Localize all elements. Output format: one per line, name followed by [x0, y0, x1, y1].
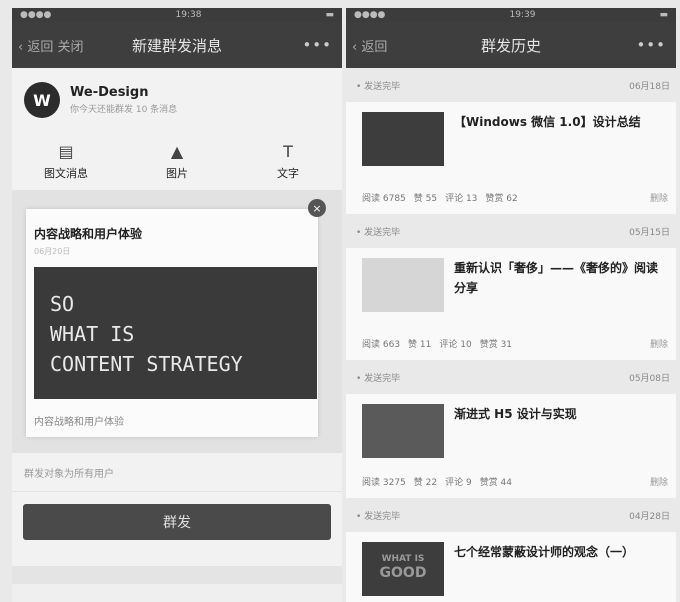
article-thumbnail: WHAT IS GOOD — [362, 542, 444, 596]
text-icon: T — [283, 141, 293, 161]
type-text-button[interactable]: T 文字 — [258, 141, 318, 181]
battery-icon: ▬ — [325, 10, 334, 20]
image-icon: ▲ — [170, 141, 184, 161]
history-article[interactable]: 渐进式 H5 设计与实现 阅读 3275 赞 22 评论 9 赞赏 44 删除 — [346, 394, 676, 498]
nav-bar: ‹ 返回 群发历史 ••• — [346, 22, 676, 68]
article-thumbnail — [362, 404, 444, 458]
back-button[interactable]: ‹ 返回 — [352, 36, 387, 55]
send-status: • 发送完毕 — [356, 511, 401, 522]
type-label: 文字 — [277, 167, 299, 180]
comment-count: 评论 10 — [439, 340, 472, 350]
back-button[interactable]: ‹ 返回 关闭 — [18, 36, 83, 55]
comment-count: 评论 13 — [445, 194, 478, 204]
article-icon: ▤ — [58, 141, 74, 161]
history-header: • 发送完毕 06月18日 — [346, 68, 676, 102]
article-cover: SO WHAT IS CONTENT STRATEGY — [34, 267, 317, 399]
delete-button[interactable]: 删除 — [650, 191, 668, 204]
reward-count: 赞赏 62 — [485, 194, 518, 204]
article-title: 七个经常蒙蔽设计师的观念（一） — [454, 545, 635, 559]
close-icon[interactable]: × — [308, 199, 326, 217]
article-date: 06月20日 — [34, 247, 71, 256]
send-button[interactable]: 群发 — [23, 504, 331, 540]
more-icon[interactable]: ••• — [636, 36, 666, 54]
signal-icon: ●●●● — [354, 10, 386, 20]
history-item: • 发送完毕 05月08日 渐进式 H5 设计与实现 阅读 3275 赞 22 … — [346, 360, 676, 498]
status-time: 19:39 — [509, 10, 536, 20]
history-item: • 发送完毕 06月18日 【Windows 微信 1.0】设计总结 阅读 67… — [346, 68, 676, 214]
thumbnail-line: WHAT IS — [381, 554, 425, 564]
article-title: 【Windows 微信 1.0】设计总结 — [454, 115, 641, 129]
type-article-button[interactable]: ▤ 图文消息 — [36, 141, 96, 181]
type-label: 图文消息 — [44, 167, 88, 180]
article-thumbnail — [362, 112, 444, 166]
signal-icon: ●●●● — [20, 10, 52, 20]
comment-count: 评论 9 — [445, 478, 472, 488]
history-item: • 发送完毕 04月28日 WHAT IS GOOD 七个经常蒙蔽设计师的观念（… — [346, 498, 676, 602]
history-header: • 发送完毕 04月28日 — [346, 498, 676, 532]
like-count: 赞 55 — [413, 194, 438, 204]
history-item: • 发送完毕 05月15日 重新认识「奢侈」——《奢侈的》阅读分享 阅读 663… — [346, 214, 676, 360]
send-status: • 发送完毕 — [356, 227, 401, 238]
history-article[interactable]: 【Windows 微信 1.0】设计总结 阅读 6785 赞 55 评论 13 … — [346, 102, 676, 214]
cover-line: WHAT IS — [50, 322, 135, 346]
footer-strip — [12, 566, 342, 584]
thumbnail-text: WHAT IS GOOD — [362, 542, 444, 580]
audience-selector[interactable]: 群发对象为所有用户 — [12, 453, 342, 492]
article-title: 重新认识「奢侈」——《奢侈的》阅读分享 — [454, 261, 659, 295]
send-area: 群发 — [12, 492, 342, 566]
delete-button[interactable]: 删除 — [650, 337, 668, 350]
article-caption: 内容战略和用户体验 — [34, 417, 124, 428]
like-count: 赞 22 — [413, 478, 438, 488]
article-thumbnail — [362, 258, 444, 312]
account-name: We-Design — [70, 85, 149, 100]
delete-button[interactable]: 删除 — [650, 475, 668, 488]
read-count: 阅读 6785 — [362, 194, 406, 204]
cover-line: SO — [50, 292, 75, 316]
page-title: 群发历史 — [480, 36, 541, 55]
battery-icon: ▬ — [659, 10, 668, 20]
send-status: • 发送完毕 — [356, 81, 401, 92]
send-date: 06月18日 — [629, 81, 670, 92]
compose-screen: ●●●● 19:38 ▬ ‹ 返回 关闭 新建群发消息 ••• W We-Des… — [12, 8, 342, 602]
history-screen: ●●●● 19:39 ▬ ‹ 返回 群发历史 ••• • 发送完毕 06月18日… — [346, 8, 676, 602]
article-stats: 阅读 6785 赞 55 评论 13 赞赏 62 — [362, 191, 518, 204]
history-article[interactable]: WHAT IS GOOD 七个经常蒙蔽设计师的观念（一） — [346, 532, 676, 602]
history-article[interactable]: 重新认识「奢侈」——《奢侈的》阅读分享 阅读 663 赞 11 评论 10 赞赏… — [346, 248, 676, 360]
message-type-bar: ▤ 图文消息 ▲ 图片 T 文字 — [12, 132, 342, 191]
account-header: W We-Design 你今天还能群发 10 条消息 — [12, 68, 342, 132]
like-count: 赞 11 — [408, 340, 432, 350]
cover-line: CONTENT STRATEGY — [50, 352, 243, 376]
article-stats: 阅读 663 赞 11 评论 10 赞赏 31 — [362, 337, 512, 350]
send-date: 04月28日 — [629, 511, 670, 522]
type-label: 图片 — [166, 167, 188, 180]
send-date: 05月08日 — [629, 373, 670, 384]
read-count: 阅读 3275 — [362, 478, 406, 488]
history-header: • 发送完毕 05月08日 — [346, 360, 676, 394]
article-stats: 阅读 3275 赞 22 评论 9 赞赏 44 — [362, 475, 512, 488]
more-icon[interactable]: ••• — [302, 36, 332, 54]
status-bar: ●●●● 19:39 ▬ — [346, 8, 676, 22]
send-date: 05月15日 — [629, 227, 670, 238]
status-bar: ●●●● 19:38 ▬ — [12, 8, 342, 22]
back-label: 返回 — [361, 39, 388, 55]
article-title: 内容战略和用户体验 — [34, 227, 143, 241]
read-count: 阅读 663 — [362, 340, 401, 350]
avatar: W — [24, 82, 60, 118]
reward-count: 赞赏 31 — [479, 340, 513, 350]
back-label: 返回 关闭 — [27, 39, 84, 55]
nav-bar: ‹ 返回 关闭 新建群发消息 ••• — [12, 22, 342, 68]
account-quota: 你今天还能群发 10 条消息 — [70, 105, 178, 115]
send-status: • 发送完毕 — [356, 373, 401, 384]
article-preview-area: × 内容战略和用户体验 06月20日 SO WHAT IS CONTENT ST… — [12, 191, 342, 453]
type-image-button[interactable]: ▲ 图片 — [147, 141, 207, 181]
history-header: • 发送完毕 05月15日 — [346, 214, 676, 248]
article-title: 渐进式 H5 设计与实现 — [454, 407, 577, 421]
thumbnail-line: GOOD — [379, 565, 427, 581]
status-time: 19:38 — [175, 10, 202, 20]
article-card[interactable]: × 内容战略和用户体验 06月20日 SO WHAT IS CONTENT ST… — [26, 199, 326, 437]
reward-count: 赞赏 44 — [479, 478, 513, 488]
